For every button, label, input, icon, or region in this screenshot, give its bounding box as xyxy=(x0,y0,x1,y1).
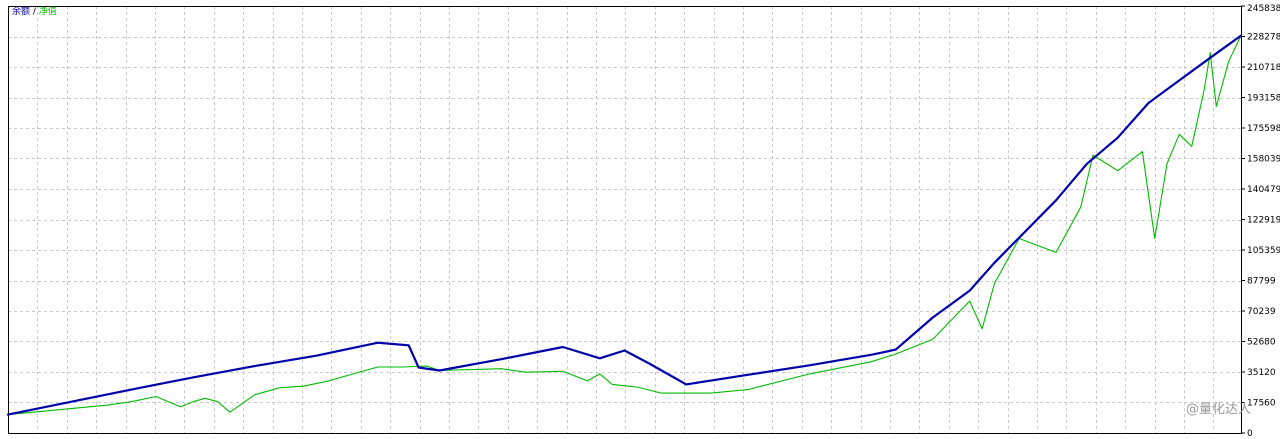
legend: 余额 / 净值 xyxy=(12,5,57,17)
chart-background xyxy=(0,0,1280,439)
y-tick-label: 87799 xyxy=(1247,277,1276,287)
y-tick-label: 245838 xyxy=(1247,4,1280,14)
legend-separator: / xyxy=(30,7,39,17)
y-tick-label: 158039 xyxy=(1247,154,1280,164)
equity-chart: 245838 228278 210718 193158 175598 158039 1404… xyxy=(0,0,1280,439)
y-tick-label: 228278 xyxy=(1247,33,1280,43)
y-tick-label: 210718 xyxy=(1247,63,1280,73)
legend-entry: 余额 xyxy=(12,5,30,17)
y-tick-label: 140479 xyxy=(1247,185,1280,195)
y-tick-label: 17560 xyxy=(1247,398,1276,408)
y-tick-label: 70239 xyxy=(1247,307,1276,317)
chart-svg: 245838 228278 210718 193158 175598 158039 1404… xyxy=(0,0,1280,439)
y-tick-label: 122919 xyxy=(1247,216,1280,226)
y-tick-label: 193158 xyxy=(1247,94,1280,104)
y-tick-label: 35120 xyxy=(1247,368,1276,378)
legend-entry: 净值 xyxy=(39,5,57,17)
y-tick-label: 52680 xyxy=(1247,337,1276,347)
y-tick-label: 0 xyxy=(1247,429,1253,439)
y-tick-label: 175598 xyxy=(1247,124,1280,134)
watermark-text: @量化达人 xyxy=(1186,402,1251,417)
y-tick-label: 105359 xyxy=(1247,246,1280,256)
